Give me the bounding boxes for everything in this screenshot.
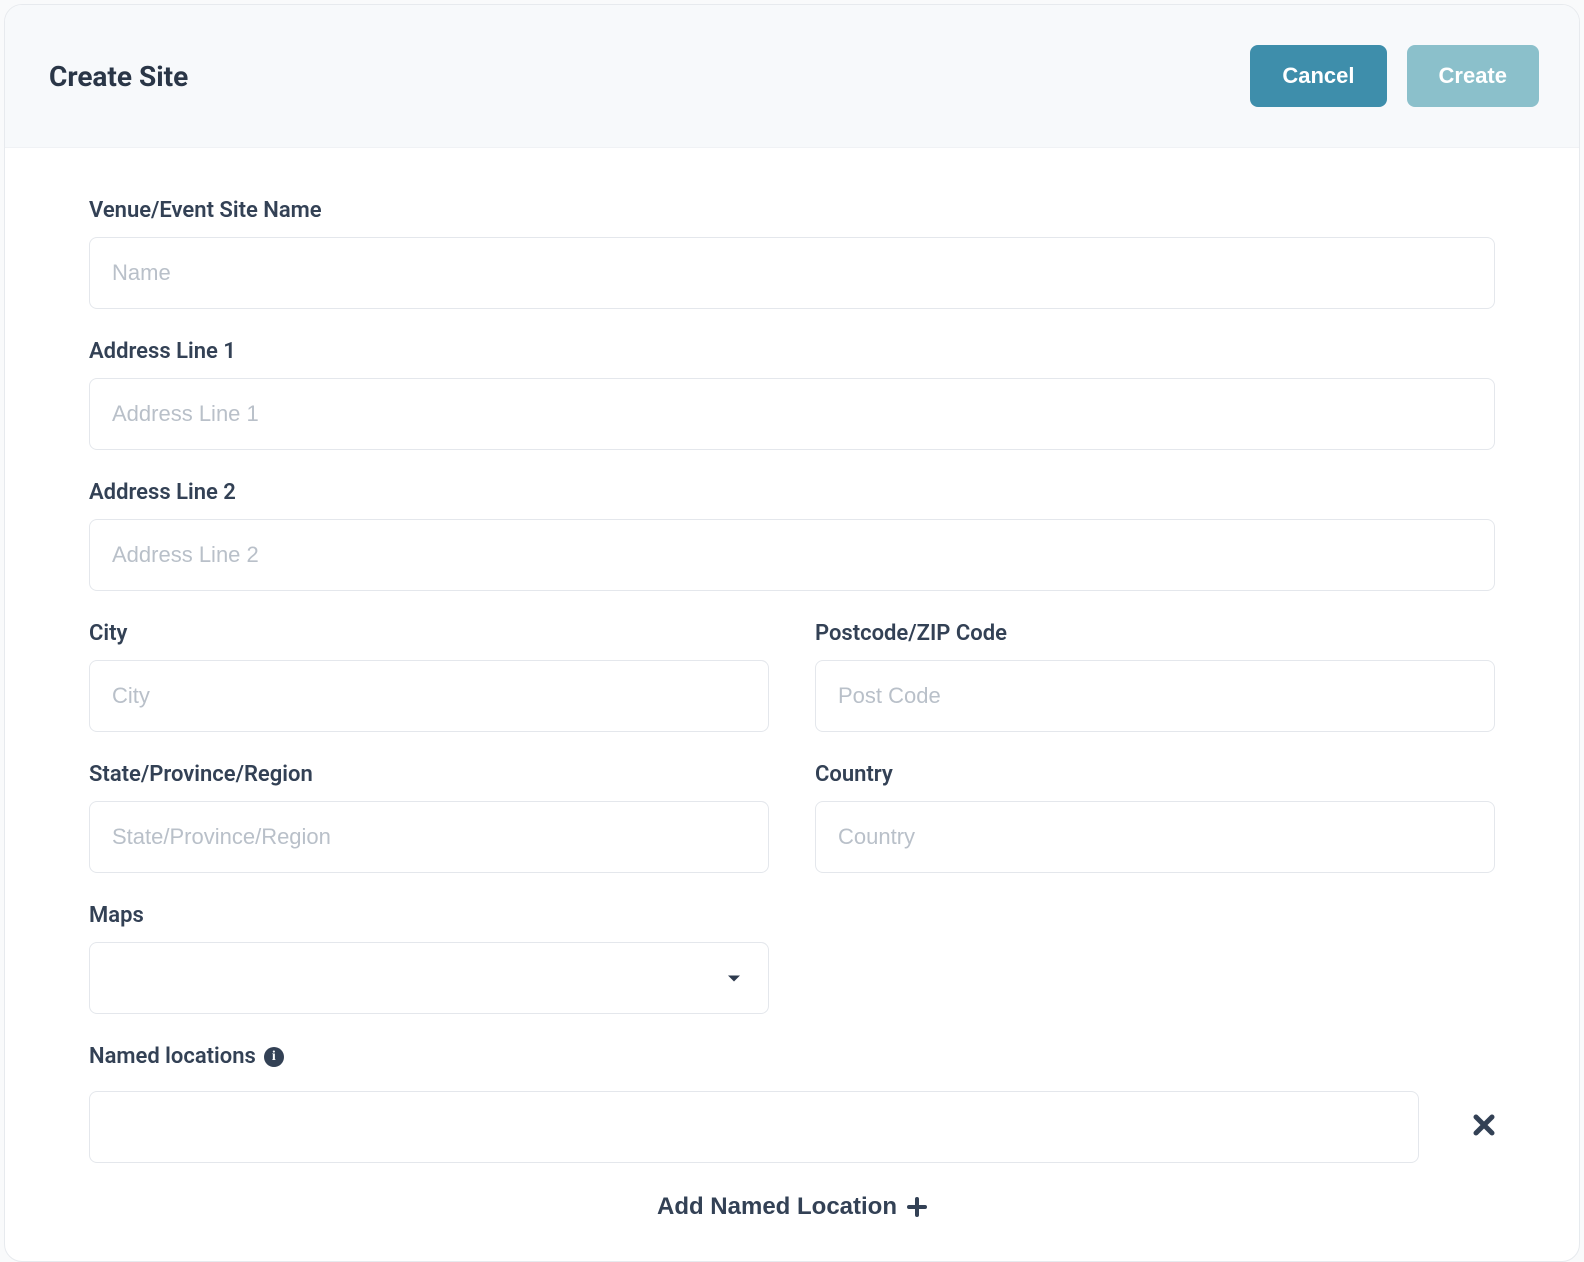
country-label: Country — [815, 762, 1495, 787]
city-group: City — [89, 621, 769, 732]
page-title: Create Site — [49, 60, 188, 93]
address1-input[interactable] — [89, 378, 1495, 450]
header-actions: Cancel Create — [1250, 45, 1539, 107]
maps-spacer — [815, 903, 1495, 1014]
state-group: State/Province/Region — [89, 762, 769, 873]
state-input[interactable] — [89, 801, 769, 873]
named-location-input[interactable] — [89, 1091, 1419, 1163]
info-icon[interactable]: i — [264, 1047, 284, 1067]
site-name-group: Venue/Event Site Name — [89, 198, 1495, 309]
site-name-label: Venue/Event Site Name — [89, 198, 1495, 223]
card-body: Venue/Event Site Name Address Line 1 Add… — [5, 148, 1579, 1261]
maps-select[interactable] — [89, 942, 769, 1014]
add-named-location-button[interactable]: Add Named Location — [657, 1193, 927, 1221]
state-country-row: State/Province/Region Country — [89, 762, 1495, 873]
address2-label: Address Line 2 — [89, 480, 1495, 505]
site-name-input[interactable] — [89, 237, 1495, 309]
named-location-row — [89, 1091, 1495, 1163]
country-group: Country — [815, 762, 1495, 873]
postcode-input[interactable] — [815, 660, 1495, 732]
named-locations-label: Named locations — [89, 1044, 256, 1069]
maps-select-wrap — [89, 942, 769, 1014]
state-label: State/Province/Region — [89, 762, 769, 787]
address2-group: Address Line 2 — [89, 480, 1495, 591]
card-header: Create Site Cancel Create — [5, 5, 1579, 148]
named-locations-group: Named locations i — [89, 1044, 1495, 1163]
city-label: City — [89, 621, 769, 646]
plus-icon — [907, 1197, 927, 1217]
postcode-label: Postcode/ZIP Code — [815, 621, 1495, 646]
country-input[interactable] — [815, 801, 1495, 873]
create-site-card: Create Site Cancel Create Venue/Event Si… — [4, 4, 1580, 1262]
address1-label: Address Line 1 — [89, 339, 1495, 364]
city-postcode-row: City Postcode/ZIP Code — [89, 621, 1495, 732]
remove-named-location-button[interactable] — [1473, 1114, 1495, 1140]
postcode-group: Postcode/ZIP Code — [815, 621, 1495, 732]
address1-group: Address Line 1 — [89, 339, 1495, 450]
add-named-location-label: Add Named Location — [657, 1193, 897, 1221]
city-input[interactable] — [89, 660, 769, 732]
add-named-location-wrap: Add Named Location — [89, 1193, 1495, 1221]
create-button[interactable]: Create — [1407, 45, 1539, 107]
close-icon — [1473, 1114, 1495, 1136]
address2-input[interactable] — [89, 519, 1495, 591]
maps-row: Maps — [89, 903, 1495, 1014]
maps-label: Maps — [89, 903, 769, 928]
maps-group: Maps — [89, 903, 769, 1014]
named-locations-label-wrap: Named locations i — [89, 1044, 284, 1069]
cancel-button[interactable]: Cancel — [1250, 45, 1386, 107]
